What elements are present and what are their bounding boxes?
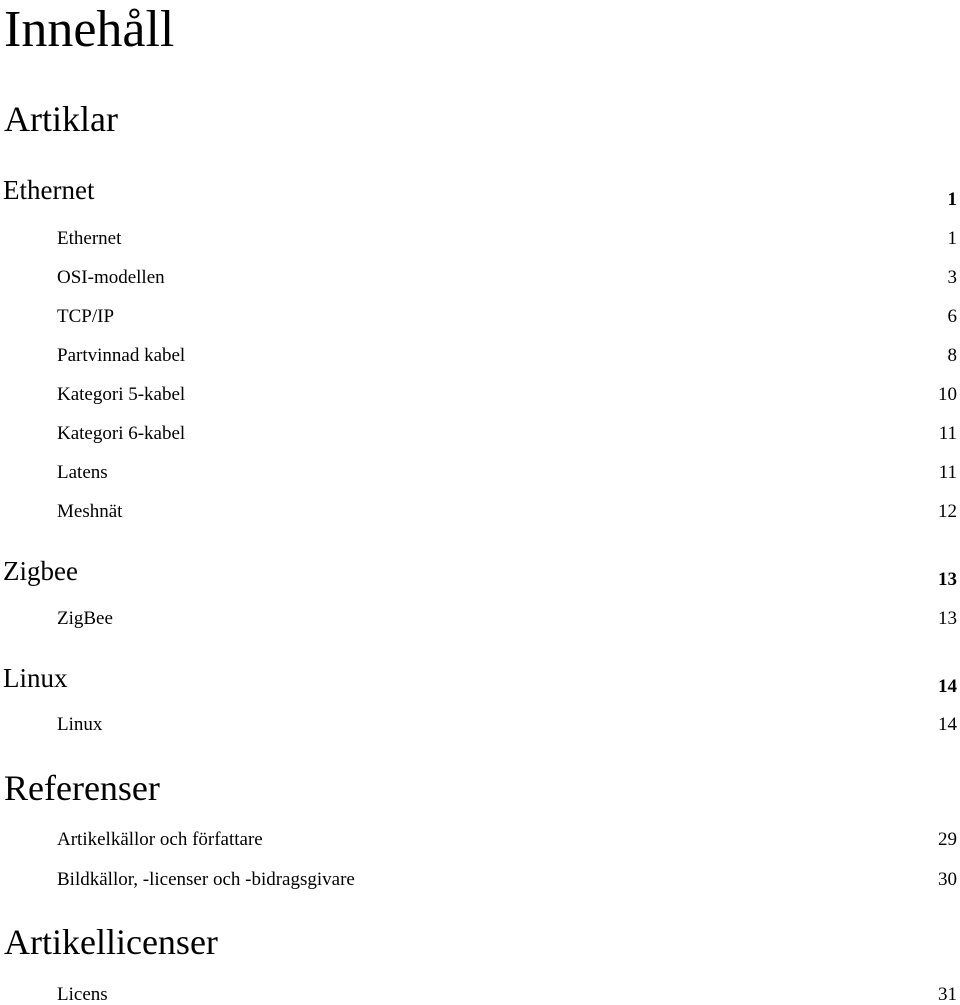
section-heading-referenser: Referenser xyxy=(4,768,160,808)
toc-page-meshnat: 12 xyxy=(938,501,957,522)
toc-page-linux: 14 xyxy=(938,714,957,735)
toc-page-kategori-6-kabel: 11 xyxy=(938,423,957,444)
toc-entry-zigbee[interactable]: ZigBee xyxy=(57,609,113,628)
toc-entry-osi-modellen[interactable]: OSI-modellen xyxy=(57,268,165,287)
toc-entry-artikelkallor[interactable]: Artikelkällor och författare xyxy=(57,830,263,849)
toc-page-partvinnad-kabel: 8 xyxy=(947,345,958,366)
section-heading-artiklar: Artiklar xyxy=(4,99,118,139)
toc-entry-meshnat[interactable]: Meshnät xyxy=(57,502,122,521)
toc-entry-partvinnad-kabel[interactable]: Partvinnad kabel xyxy=(57,346,185,365)
toc-page-kategori-5-kabel: 10 xyxy=(938,384,957,405)
group-heading-ethernet[interactable]: Ethernet xyxy=(3,177,94,204)
toc-page-tcp-ip: 6 xyxy=(947,306,958,327)
page-title: Innehåll xyxy=(4,1,175,58)
group-page-zigbee: 13 xyxy=(938,569,957,590)
toc-entry-bildkallor[interactable]: Bildkällor, -licenser och -bidragsgivare xyxy=(57,870,355,889)
toc-page-latens: 11 xyxy=(938,462,957,483)
section-heading-artikellicenser: Artikellicenser xyxy=(4,922,218,962)
toc-page-licens: 31 xyxy=(938,984,957,1005)
toc-page-ethernet: 1 xyxy=(947,228,958,249)
toc-page-osi-modellen: 3 xyxy=(947,267,958,288)
toc-page-zigbee: 13 xyxy=(938,608,957,629)
toc-entry-latens[interactable]: Latens xyxy=(57,463,108,482)
toc-entry-licens[interactable]: Licens xyxy=(57,985,108,1004)
group-page-ethernet: 1 xyxy=(947,189,958,210)
group-heading-linux[interactable]: Linux xyxy=(3,665,68,692)
toc-page-artikelkallor: 29 xyxy=(938,829,957,850)
toc-page-bildkallor: 30 xyxy=(938,869,957,890)
toc-entry-ethernet[interactable]: Ethernet xyxy=(57,229,121,248)
toc-entry-tcp-ip[interactable]: TCP/IP xyxy=(57,307,114,326)
toc-entry-kategori-5-kabel[interactable]: Kategori 5-kabel xyxy=(57,385,185,404)
group-page-linux: 14 xyxy=(938,676,957,697)
group-heading-zigbee[interactable]: Zigbee xyxy=(3,558,78,585)
toc-entry-linux[interactable]: Linux xyxy=(57,715,102,734)
toc-entry-kategori-6-kabel[interactable]: Kategori 6-kabel xyxy=(57,424,185,443)
